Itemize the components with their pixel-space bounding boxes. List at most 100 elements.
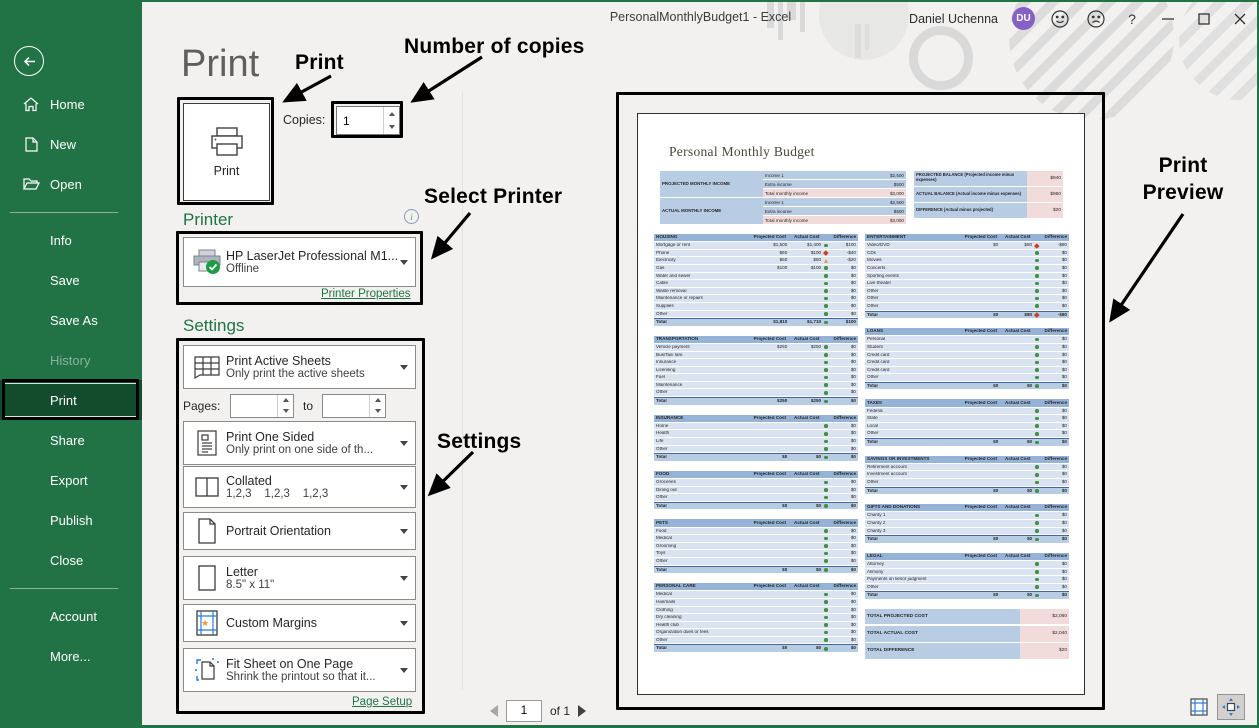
green-indicator-icon (824, 391, 828, 395)
sidebar-item-new[interactable]: New (0, 124, 142, 164)
copies-label: Copies: (283, 113, 325, 127)
budget-row: Other$0 (865, 295, 1069, 303)
budget-section-header: SAVINGS OR INVESTMENTSProjected CostActu… (865, 456, 1069, 464)
green-indicator-icon (824, 496, 828, 500)
green-indicator-icon (1035, 409, 1039, 413)
budget-section-header: HOUSINGProjected CostActual CostDifferen… (654, 234, 858, 242)
zoom-to-page-toggle[interactable] (1217, 694, 1245, 720)
budget-row: Licensing$0 (654, 367, 858, 375)
budget-section: INSURANCEProjected CostActual CostDiffer… (654, 415, 858, 462)
budget-section: GIFTS AND DONATIONSProjected CostActual … (865, 504, 1069, 544)
print-button[interactable]: Print (183, 103, 270, 201)
preview-sheet-title: Personal Monthly Budget (669, 144, 815, 160)
income-row: Total monthly income$3,000 (763, 189, 906, 198)
green-indicator-icon (824, 304, 828, 308)
scaling-dropdown[interactable]: Fit Sheet on One Page Shrink the printou… (183, 648, 416, 692)
budget-section-header: INSURANCEProjected CostActual CostDiffer… (654, 415, 858, 423)
green-indicator-icon (824, 440, 828, 444)
printer-properties-link[interactable]: Printer Properties (321, 288, 410, 300)
copies-stepper[interactable] (336, 106, 400, 135)
sidebar-item-more[interactable]: More... (0, 636, 142, 676)
budget-section-header: GIFTS AND DONATIONSProjected CostActual … (865, 504, 1069, 512)
feedback-smile-icon[interactable] (1049, 8, 1071, 30)
budget-row: Total$0$0$0 (865, 487, 1069, 496)
page-number-input[interactable] (506, 700, 542, 722)
home-icon (22, 97, 40, 112)
sidebar-item-home[interactable]: Home (0, 84, 142, 124)
pages-label: Pages: (183, 399, 230, 413)
pages-to-stepper[interactable] (322, 394, 386, 418)
green-indicator-icon (824, 289, 828, 293)
green-indicator-icon (824, 312, 828, 316)
sidebar-item-account[interactable]: Account (0, 596, 142, 636)
green-indicator-icon (1035, 570, 1039, 574)
feedback-frown-icon[interactable] (1085, 8, 1107, 30)
green-indicator-icon (824, 321, 828, 325)
next-page-icon[interactable] (578, 705, 586, 717)
sidebar-item-share[interactable]: Share (0, 420, 142, 460)
close-button[interactable] (1229, 8, 1251, 30)
budget-row: Medical$0 (654, 591, 858, 599)
green-indicator-icon (1035, 432, 1039, 436)
printer-dropdown[interactable]: HP LaserJet Professional M1... Offline (183, 237, 416, 287)
green-indicator-icon (1035, 465, 1039, 469)
page-setup-link[interactable]: Page Setup (352, 696, 412, 708)
green-indicator-icon (824, 274, 828, 278)
paper-size-dropdown[interactable]: Letter 8.5" x 11" (183, 556, 416, 600)
income-group: PROJECTED MONTHLY INCOMEIncome 1$2,500Ex… (660, 171, 906, 198)
sidebar-item-export[interactable]: Export (0, 460, 142, 500)
copies-spinner[interactable] (383, 107, 399, 134)
copies-input[interactable] (337, 107, 383, 134)
green-indicator-icon (824, 638, 828, 642)
budget-section: HOUSINGProjected CostActual CostDifferen… (654, 234, 858, 327)
budget-row: Credit card$0 (865, 352, 1069, 360)
budget-row: Other$0 (865, 303, 1069, 311)
sidebar-item-print[interactable]: Print (0, 380, 142, 420)
pages-from-stepper[interactable] (230, 394, 294, 418)
chevron-down-icon (397, 485, 411, 490)
minimize-button[interactable] (1157, 8, 1179, 30)
green-indicator-icon (824, 537, 828, 541)
sidebar-item-save-as[interactable]: Save As (0, 300, 142, 340)
chevron-down-icon (397, 365, 411, 370)
budget-row: Groceries$0 (654, 479, 858, 487)
previous-page-icon[interactable] (490, 705, 498, 717)
sidebar-item-info[interactable]: Info (0, 220, 142, 260)
maximize-button[interactable] (1193, 8, 1215, 30)
duplex-dropdown[interactable]: Print One Sided Only print on one side o… (183, 421, 416, 465)
sidebar-item-save[interactable]: Save (0, 260, 142, 300)
sidebar-item-publish[interactable]: Publish (0, 500, 142, 540)
margins-dropdown[interactable]: ★ Custom Margins (183, 604, 416, 642)
help-icon[interactable]: ? (1121, 8, 1143, 30)
green-indicator-icon (1035, 521, 1039, 525)
budget-row: Other$0 (654, 494, 858, 502)
income-row: Total monthly income$3,000 (763, 216, 906, 225)
sidebar-item-open[interactable]: Open (0, 164, 142, 204)
collation-dropdown[interactable]: Collated 1,2,3 1,2,3 1,2,3 (183, 466, 416, 508)
green-indicator-icon (824, 623, 828, 627)
info-icon[interactable]: i (404, 209, 419, 224)
printer-status: Offline (226, 263, 397, 275)
active-sheets-icon (188, 354, 226, 380)
green-indicator-icon (824, 447, 828, 451)
budget-row: State$0 (865, 415, 1069, 423)
chevron-down-icon (397, 529, 411, 534)
budget-row: Other$0 (654, 389, 858, 397)
orientation-dropdown[interactable]: Portrait Orientation (183, 512, 416, 550)
green-indicator-icon (824, 544, 828, 548)
pages-from-input[interactable] (231, 395, 277, 417)
budget-row: Total$0$0$0 (654, 644, 858, 653)
green-indicator-icon (824, 504, 828, 508)
budget-row: CDs$0 (865, 250, 1069, 258)
green-indicator-icon (1035, 289, 1039, 293)
budget-row: Student$0 (865, 344, 1069, 352)
show-margins-toggle[interactable] (1188, 696, 1210, 718)
budget-row: Gas$100$100$0 (654, 265, 858, 273)
budget-row: Mortgage or rent$1,500$1,400$100 (654, 242, 858, 250)
avatar[interactable]: DU (1012, 7, 1035, 30)
print-what-dropdown[interactable]: Print Active Sheets Only print the activ… (183, 345, 416, 389)
pages-to-input[interactable] (323, 395, 369, 417)
back-button[interactable] (14, 46, 44, 76)
sidebar-item-close[interactable]: Close (0, 540, 142, 580)
budget-section-header: ENTERTAINMENTProjected CostActual CostDi… (865, 234, 1069, 242)
